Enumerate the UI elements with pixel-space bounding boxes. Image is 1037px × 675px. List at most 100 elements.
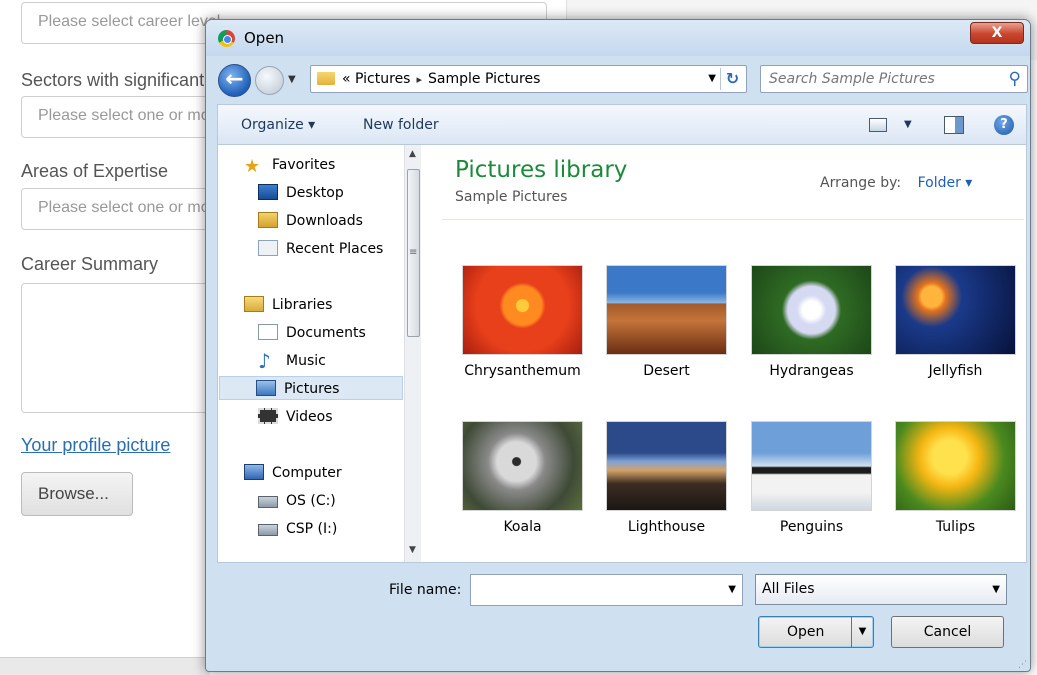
search-input[interactable]: Search Sample Pictures ⚲	[760, 65, 1028, 93]
chrome-icon	[218, 30, 235, 47]
file-label-penguins[interactable]: Penguins	[739, 519, 884, 535]
file-label-desert[interactable]: Desert	[594, 363, 739, 379]
file-label-tulips[interactable]: Tulips	[883, 519, 1026, 535]
nav-favorites[interactable]: ★ Favorites	[244, 153, 335, 177]
cancel-button[interactable]: Cancel	[891, 616, 1004, 648]
nav-libraries[interactable]: Libraries	[244, 293, 332, 317]
nav-documents-label: Documents	[286, 325, 366, 341]
address-bar[interactable]: « Pictures ▸ Sample Pictures ▼ ↻	[310, 65, 747, 93]
change-view-icon[interactable]	[869, 118, 887, 132]
file-list-pane: Pictures library Sample Pictures Arrange…	[422, 145, 1026, 562]
file-name-dropdown-icon[interactable]: ▼	[728, 584, 736, 595]
nav-csp-drive[interactable]: CSP (I:)	[258, 517, 337, 541]
open-file-dialog: Open X ← ▼ « Pictures ▸ Sample Pictures ▼ …	[205, 19, 1031, 672]
nav-documents[interactable]: Documents	[258, 321, 366, 345]
breadcrumb-sample-pictures[interactable]: Sample Pictures	[428, 71, 540, 87]
command-bar: Organize ▾ New folder ▼ ?	[217, 104, 1027, 144]
scroll-down-icon[interactable]: ▼	[409, 545, 416, 555]
expertise-label: Areas of Expertise	[21, 161, 169, 181]
nav-scrollbar[interactable]: ▲ ≡ ▼	[404, 145, 421, 562]
file-type-value: All Files	[762, 581, 815, 597]
nav-csp-drive-label: CSP (I:)	[286, 521, 338, 537]
recent-locations-dropdown-icon[interactable]: ▼	[288, 74, 296, 85]
arrange-by-label: Arrange by:	[820, 175, 902, 191]
file-name-input[interactable]: ▼	[470, 574, 743, 606]
arrange-by: Arrange by: Folder ▾	[820, 175, 972, 191]
breadcrumb-pictures[interactable]: Pictures	[355, 71, 410, 87]
preview-pane-icon[interactable]	[944, 116, 964, 134]
profile-picture-link[interactable]: Your profile picture	[21, 435, 170, 456]
hard-drive-icon	[258, 496, 278, 508]
refresh-icon[interactable]: ↻	[720, 68, 744, 90]
nav-computer[interactable]: Computer	[244, 461, 342, 485]
library-subtitle: Sample Pictures	[455, 189, 568, 205]
search-icon[interactable]: ⚲	[1009, 69, 1021, 89]
downloads-icon	[258, 212, 278, 228]
help-icon[interactable]: ?	[994, 115, 1014, 135]
thumbnail-penguins[interactable]	[751, 421, 872, 511]
address-dropdown-icon[interactable]: ▼	[708, 73, 716, 84]
open-button[interactable]: Open ▼	[758, 616, 874, 648]
nav-videos[interactable]: Videos	[258, 405, 333, 429]
nav-desktop-label: Desktop	[286, 185, 344, 201]
file-label-chrysanthemum[interactable]: Chrysanthemum	[450, 363, 595, 379]
nav-music-label: Music	[286, 353, 326, 369]
thumbnail-hydrangeas[interactable]	[751, 265, 872, 355]
dialog-content: ★ Favorites Desktop Downloads Recent Plac…	[217, 144, 1027, 563]
thumbnail-jellyfish[interactable]	[895, 265, 1016, 355]
file-type-select[interactable]: All Files ▼	[755, 574, 1007, 605]
thumbnail-koala[interactable]	[462, 421, 583, 511]
nav-favorites-label: Favorites	[272, 157, 336, 173]
sectors-select[interactable]: Please select one or more	[21, 96, 221, 138]
file-label-lighthouse[interactable]: Lighthouse	[594, 519, 739, 535]
library-title: Pictures library	[455, 157, 628, 183]
dialog-title-bar[interactable]: Open X	[206, 20, 1030, 56]
nav-recent-places-label: Recent Places	[286, 241, 384, 257]
background-footer	[0, 657, 210, 675]
browse-button[interactable]: Browse...	[21, 472, 133, 516]
network-drive-icon	[258, 524, 278, 536]
divider	[442, 219, 1024, 220]
pictures-icon	[256, 380, 276, 396]
folder-icon	[317, 72, 335, 85]
file-name-label: File name:	[389, 582, 462, 598]
thumbnail-desert[interactable]	[606, 265, 727, 355]
nav-desktop[interactable]: Desktop	[258, 181, 344, 205]
file-label-jellyfish[interactable]: Jellyfish	[883, 363, 1026, 379]
thumbnail-tulips[interactable]	[895, 421, 1016, 511]
resize-grip-icon[interactable]: ⋰	[1018, 660, 1027, 670]
navigation-bar: ← ▼ « Pictures ▸ Sample Pictures ▼ ↻ Searc…	[206, 56, 1030, 104]
thumbnail-lighthouse[interactable]	[606, 421, 727, 511]
breadcrumb-separator-icon[interactable]: ▸	[416, 73, 422, 86]
screen: Please select career level Sectors with …	[0, 0, 1037, 675]
forward-arrow-icon[interactable]	[255, 66, 284, 95]
nav-computer-label: Computer	[272, 465, 342, 481]
open-options-dropdown-icon[interactable]: ▼	[851, 617, 873, 647]
file-label-hydrangeas[interactable]: Hydrangeas	[739, 363, 884, 379]
nav-pictures-label: Pictures	[284, 381, 340, 397]
nav-recent-places[interactable]: Recent Places	[258, 237, 383, 261]
dialog-title: Open	[244, 29, 285, 47]
nav-pictures[interactable]: Pictures	[219, 376, 403, 400]
scrollbar-grip-icon: ≡	[409, 247, 418, 258]
back-arrow-icon[interactable]: ←	[218, 64, 251, 97]
file-type-dropdown-icon: ▼	[992, 584, 1000, 595]
nav-downloads-label: Downloads	[286, 213, 363, 229]
nav-os-drive[interactable]: OS (C:)	[258, 489, 336, 513]
videos-icon	[258, 408, 278, 424]
close-button[interactable]: X	[970, 22, 1024, 44]
nav-music[interactable]: ♪ Music	[258, 349, 326, 373]
file-label-koala[interactable]: Koala	[450, 519, 595, 535]
dialog-footer: File name: ▼ All Files ▼ Open ▼ Cancel ⋰	[206, 564, 1030, 672]
new-folder-button[interactable]: New folder	[363, 117, 439, 133]
expertise-select[interactable]: Please select one or more	[21, 188, 221, 230]
computer-icon	[244, 464, 264, 480]
nav-downloads[interactable]: Downloads	[258, 209, 363, 233]
thumbnail-chrysanthemum[interactable]	[462, 265, 583, 355]
career-summary-textarea[interactable]	[21, 283, 221, 413]
scroll-up-icon[interactable]: ▲	[409, 149, 416, 159]
view-options-dropdown-icon[interactable]: ▼	[904, 119, 912, 130]
organize-menu[interactable]: Organize ▾	[241, 117, 315, 133]
arrange-by-dropdown[interactable]: Folder ▾	[918, 175, 973, 191]
career-summary-label: Career Summary	[21, 254, 159, 274]
